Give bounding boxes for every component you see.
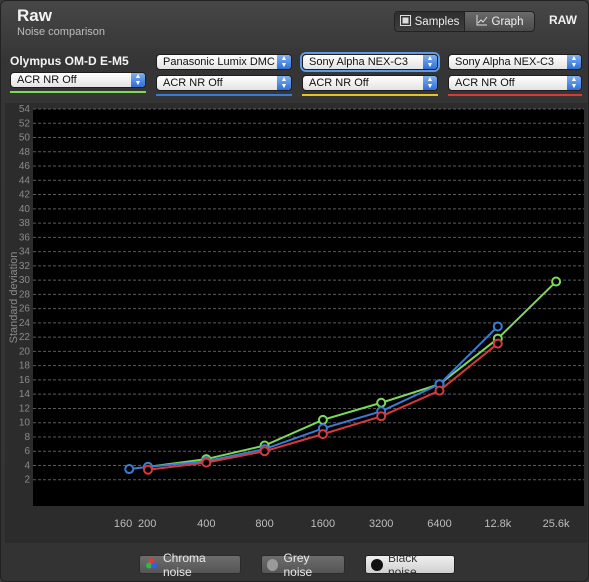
x-tick-label: 400	[197, 518, 215, 530]
y-tick-label: 44	[19, 175, 31, 186]
y-tick-label: 2	[24, 475, 30, 486]
y-tick-label: 6	[24, 446, 30, 457]
y-tick-label: 36	[19, 232, 31, 243]
chroma-noise-label: Chroma noise	[163, 550, 206, 579]
x-tick-label: 12.8k	[484, 518, 511, 530]
x-tick-label: 200	[138, 518, 156, 530]
y-tick-label: 16	[19, 375, 31, 386]
rgb-dots-icon	[145, 557, 158, 573]
y-tick-label: 4	[24, 460, 30, 471]
x-tick-label: 160	[114, 518, 132, 530]
series-point	[317, 429, 328, 440]
x-tick-label: 1600	[311, 518, 335, 530]
black-noise-button[interactable]: Black noise	[365, 551, 455, 579]
y-tick-label: 12	[19, 403, 31, 414]
series-point	[259, 446, 270, 457]
y-tick-label: 28	[19, 289, 31, 300]
black-noise-label: Black noise	[387, 550, 418, 579]
series-point	[376, 411, 387, 422]
y-tick-label: 52	[19, 118, 31, 129]
series-point	[551, 276, 562, 287]
grey-dot-icon	[267, 558, 279, 571]
series-point	[143, 464, 153, 475]
y-tick-label: 22	[19, 332, 31, 343]
y-tick-label: 42	[19, 190, 31, 201]
grey-noise-button[interactable]: Grey noise	[261, 551, 345, 579]
y-tick-label: 54	[19, 104, 31, 115]
y-tick-label: 20	[19, 346, 31, 357]
chroma-noise-button[interactable]: Chroma noise	[139, 551, 241, 579]
y-tick-label: 38	[19, 218, 31, 229]
series-point	[434, 385, 445, 396]
series-point	[317, 414, 328, 425]
y-tick-label: 18	[19, 361, 31, 372]
y-tick-label: 26	[19, 304, 31, 315]
series-point	[492, 321, 503, 332]
noise-chart: 2468101214161820222426283032343638404244…	[8, 104, 584, 530]
series-point	[201, 457, 212, 468]
y-tick-label: 48	[19, 147, 31, 158]
series-point	[124, 464, 135, 475]
x-tick-label: 3200	[369, 518, 393, 530]
grey-noise-label: Grey noise	[283, 550, 313, 579]
x-tick-label: 800	[255, 518, 273, 530]
noise-comparison-panel: Raw Noise comparison Samples Graph RAW O…	[0, 0, 589, 582]
series-point	[376, 397, 387, 408]
black-dot-icon	[371, 558, 383, 571]
x-tick-label: 25.6k	[543, 518, 570, 530]
y-tick-label: 34	[19, 247, 31, 258]
y-tick-label: 30	[19, 275, 31, 286]
series-point	[492, 338, 503, 349]
y-axis-label: Standard deviation	[8, 252, 20, 344]
y-tick-label: 40	[19, 204, 31, 215]
y-tick-label: 10	[19, 418, 31, 429]
plot-area	[33, 109, 584, 506]
x-tick-label: 6400	[427, 518, 451, 530]
y-tick-label: 32	[19, 261, 31, 272]
y-tick-label: 14	[19, 389, 31, 400]
y-tick-label: 8	[24, 432, 30, 443]
y-tick-label: 46	[19, 161, 31, 172]
y-tick-label: 50	[19, 133, 31, 144]
y-tick-label: 24	[19, 318, 31, 329]
